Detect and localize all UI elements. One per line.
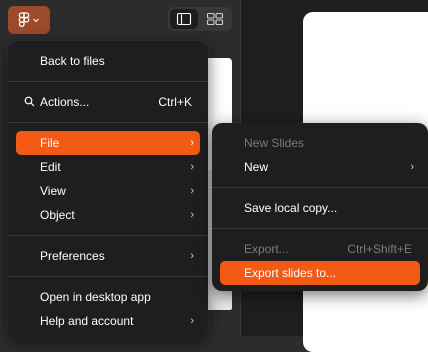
menu-item-view[interactable]: View › bbox=[16, 179, 200, 203]
menu-divider bbox=[8, 122, 208, 123]
menu-item-save-local-copy[interactable]: Save local copy... bbox=[220, 196, 420, 220]
chevron-right-icon: › bbox=[190, 209, 194, 221]
menu-item-label: Export... bbox=[244, 242, 289, 256]
file-submenu: New Slides New › Save local copy... Expo… bbox=[212, 123, 428, 291]
shortcut-label: Ctrl+Shift+E bbox=[347, 242, 412, 256]
menu-divider bbox=[8, 276, 208, 277]
chevron-right-icon: › bbox=[190, 250, 194, 262]
chevron-right-icon: › bbox=[190, 185, 194, 197]
menu-divider bbox=[8, 81, 208, 82]
menu-item-label: File bbox=[40, 136, 60, 150]
view-toggle bbox=[168, 7, 232, 31]
menu-item-object[interactable]: Object › bbox=[16, 203, 200, 227]
menu-item-new-slides: New Slides bbox=[220, 131, 420, 155]
chevron-down-icon bbox=[32, 16, 40, 24]
menu-item-preferences[interactable]: Preferences › bbox=[16, 244, 200, 268]
menu-item-label: New Slides bbox=[244, 136, 305, 150]
menu-item-label: View bbox=[40, 184, 66, 198]
grid-view-icon[interactable] bbox=[201, 9, 229, 29]
chevron-right-icon: › bbox=[410, 161, 414, 173]
menu-item-label: Save local copy... bbox=[244, 201, 338, 215]
menu-item-label: New bbox=[244, 160, 269, 174]
menu-item-label: Help and account bbox=[40, 314, 134, 328]
menu-item-new[interactable]: New › bbox=[220, 155, 420, 179]
menu-item-open-desktop[interactable]: Open in desktop app bbox=[16, 285, 200, 309]
menu-item-actions[interactable]: Actions... Ctrl+K bbox=[16, 90, 200, 114]
shortcut-label: Ctrl+K bbox=[158, 95, 192, 109]
menu-divider bbox=[212, 228, 428, 229]
main-menu-button[interactable] bbox=[8, 6, 50, 34]
chevron-right-icon: › bbox=[190, 315, 194, 327]
menu-item-label: Edit bbox=[40, 160, 61, 174]
panel-view-icon[interactable] bbox=[170, 9, 198, 29]
chevron-right-icon: › bbox=[190, 161, 194, 173]
menu-item-file[interactable]: File › bbox=[16, 131, 200, 155]
menu-item-edit[interactable]: Edit › bbox=[16, 155, 200, 179]
menu-item-back-to-files[interactable]: Back to files bbox=[16, 49, 200, 73]
chevron-right-icon: › bbox=[190, 137, 194, 149]
menu-item-label: Actions... bbox=[40, 95, 90, 109]
menu-item-label: Back to files bbox=[40, 54, 105, 68]
menu-item-export-slides[interactable]: Export slides to... bbox=[220, 261, 420, 285]
menu-item-label: Open in desktop app bbox=[40, 290, 151, 304]
menu-divider bbox=[212, 187, 428, 188]
menu-item-label: Preferences bbox=[40, 249, 105, 263]
menu-item-export: Export... Ctrl+Shift+E bbox=[220, 237, 420, 261]
search-icon bbox=[24, 96, 35, 110]
menu-item-label: Object bbox=[40, 208, 75, 222]
menu-item-label: Export slides to... bbox=[244, 266, 337, 280]
menu-item-help-account[interactable]: Help and account › bbox=[16, 309, 200, 333]
main-menu: Back to files Actions... Ctrl+K File › E… bbox=[8, 41, 208, 339]
figma-logo-icon bbox=[18, 12, 30, 28]
menu-divider bbox=[8, 235, 208, 236]
